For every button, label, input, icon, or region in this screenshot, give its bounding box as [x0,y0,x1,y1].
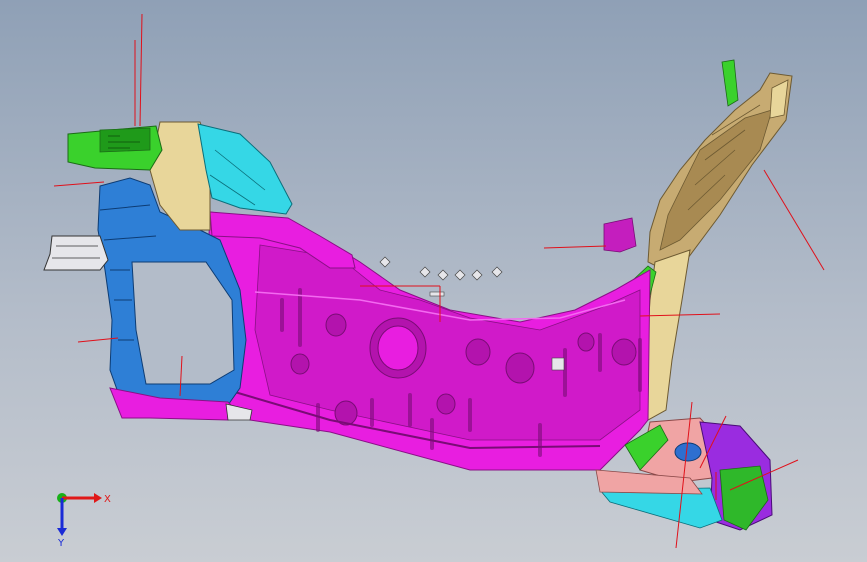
coordinate-triad: X Y [57,493,111,548]
green-bumper-bracket[interactable] [67,125,163,171]
cyan-upper-bracket[interactable] [197,123,293,215]
white-mount-bracket[interactable] [43,235,109,271]
tan-strut-tower[interactable] [647,72,793,269]
magenta-main-panel[interactable] [204,211,651,471]
cad-viewport[interactable]: X Y [0,0,867,562]
blue-bushing[interactable] [674,442,702,462]
y-axis-label: Y [57,538,65,548]
magenta-small-bracket[interactable] [603,217,637,253]
green-top-bracket[interactable] [721,59,739,107]
cyan-lower-rail[interactable] [599,487,723,529]
x-axis-label: X [104,494,111,505]
vehicle-body-side-assembly[interactable] [0,0,867,562]
